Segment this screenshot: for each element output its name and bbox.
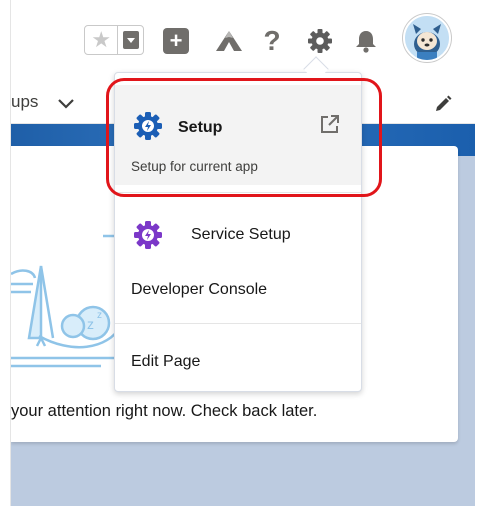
- global-header: ★ + ?: [11, 0, 475, 80]
- setup-gear-icon: [133, 111, 163, 141]
- setup-subtitle: Setup for current app: [131, 159, 258, 174]
- menu-item-service-setup[interactable]: Service Setup: [115, 211, 361, 259]
- setup-dropdown-menu: Setup Setup for current app Service Setu…: [114, 72, 362, 392]
- menu-item-developer-console[interactable]: Developer Console: [131, 281, 267, 299]
- service-setup-gear-icon: [133, 220, 163, 250]
- setup-gear-icon[interactable]: [303, 26, 337, 56]
- favorites-list-button[interactable]: [117, 26, 143, 54]
- help-icon[interactable]: ?: [261, 25, 283, 56]
- nav-item-groups[interactable]: ups: [11, 92, 38, 112]
- setup-title: Setup: [178, 119, 223, 136]
- chevron-down-icon[interactable]: [55, 94, 77, 112]
- svg-text:z: z: [87, 316, 94, 332]
- menu-item-edit-page[interactable]: Edit Page: [131, 353, 200, 371]
- chevron-down-icon: [122, 31, 139, 49]
- svg-text:z: z: [97, 310, 102, 321]
- app-window: ★ + ? ups z z your attention right now. …: [10, 0, 475, 506]
- empty-state-message: your attention right now. Check back lat…: [11, 402, 318, 420]
- trailhead-icon[interactable]: [214, 26, 244, 56]
- user-avatar[interactable]: [403, 14, 451, 62]
- notifications-bell-icon[interactable]: [351, 26, 381, 56]
- favorites-star-button[interactable]: ★: [85, 26, 117, 54]
- edit-nav-pencil-icon[interactable]: [433, 94, 453, 114]
- global-actions-button[interactable]: +: [163, 28, 189, 54]
- favorites-group: ★: [84, 25, 144, 55]
- menu-divider: [115, 323, 361, 324]
- menu-divider: [115, 192, 361, 193]
- menu-item-setup[interactable]: Setup Setup for current app: [115, 85, 361, 185]
- open-in-new-tab-icon[interactable]: [319, 113, 341, 135]
- service-setup-label: Service Setup: [191, 226, 291, 243]
